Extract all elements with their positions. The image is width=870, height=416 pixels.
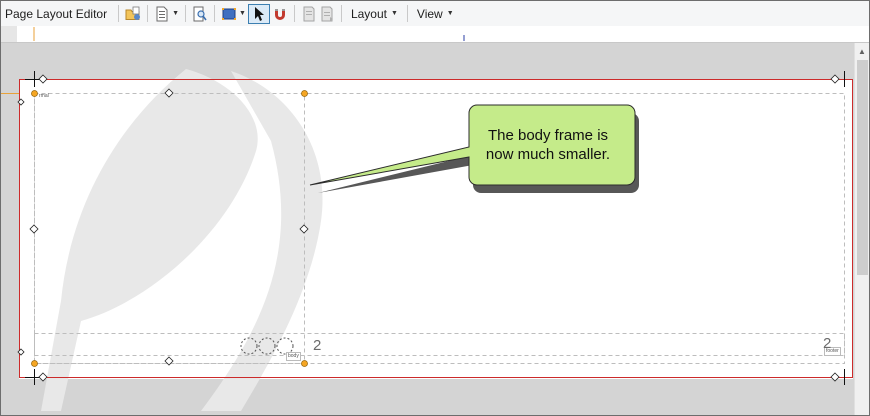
view-menu[interactable]: View ▼ xyxy=(413,7,458,21)
bring-forward-icon xyxy=(303,6,315,21)
editor-title: Page Layout Editor xyxy=(5,6,108,21)
toolbar-separator xyxy=(406,5,408,22)
open-button[interactable] xyxy=(125,4,141,24)
scroll-thumb[interactable] xyxy=(857,60,868,275)
ruler-margin-shade xyxy=(1,26,17,42)
send-backward-button[interactable] xyxy=(319,4,335,24)
frame-dropdown-button[interactable]: ▼ xyxy=(221,4,246,24)
open-folder-icon xyxy=(125,6,141,20)
page-layout-icon xyxy=(156,6,168,21)
body-page-number: 2 xyxy=(313,337,322,354)
scroll-up-arrow-icon[interactable]: ▲ xyxy=(858,47,866,56)
snap-button[interactable] xyxy=(272,4,288,24)
footer-page-number: 2 xyxy=(823,335,832,352)
toolbar-separator xyxy=(293,5,295,22)
toolbar: Page Layout Editor ▼ ▼ Layout ▼ View ▼ xyxy=(1,1,869,26)
frame-icon xyxy=(222,7,237,20)
select-pointer-icon xyxy=(254,6,264,21)
ruler-marks xyxy=(1,26,465,42)
vertical-scrollbar[interactable]: ▲ xyxy=(854,43,869,415)
toolbar-separator xyxy=(185,5,187,22)
toolbar-separator xyxy=(214,5,216,22)
layout-menu-label: Layout xyxy=(350,6,387,21)
callout-line-2: now much smaller. xyxy=(485,146,611,163)
page-layout-dropdown-button[interactable]: ▼ xyxy=(154,4,179,24)
chevron-down-icon: ▼ xyxy=(172,10,180,17)
chevron-down-icon: ▼ xyxy=(239,10,246,17)
callout-text: The body frame is now much smaller. xyxy=(469,107,627,183)
zoom-page-button[interactable] xyxy=(192,4,208,24)
toolbar-separator xyxy=(118,5,120,22)
horizontal-ruler[interactable] xyxy=(1,26,869,43)
view-menu-label: View xyxy=(416,6,443,21)
layout-menu[interactable]: Layout ▼ xyxy=(347,7,402,21)
toolbar-separator xyxy=(147,5,149,22)
page-layout-editor-window: Page Layout Editor ▼ ▼ Layout ▼ View ▼ T… xyxy=(0,0,870,416)
callout-bubble xyxy=(309,104,639,193)
bring-forward-button[interactable] xyxy=(301,4,317,24)
chevron-down-icon: ▼ xyxy=(390,10,398,17)
callout-line-1: The body frame is xyxy=(487,127,609,144)
send-backward-icon xyxy=(321,6,333,21)
select-tool-button[interactable] xyxy=(247,3,270,24)
top-frame-tag: rmal xyxy=(39,93,49,99)
layout-canvas[interactable] xyxy=(1,43,854,415)
zoom-page-icon xyxy=(193,6,207,21)
toolbar-separator xyxy=(340,5,342,22)
chevron-down-icon: ▼ xyxy=(446,10,454,17)
body-frame-tag[interactable]: body xyxy=(286,352,301,361)
magnet-icon xyxy=(274,8,285,20)
